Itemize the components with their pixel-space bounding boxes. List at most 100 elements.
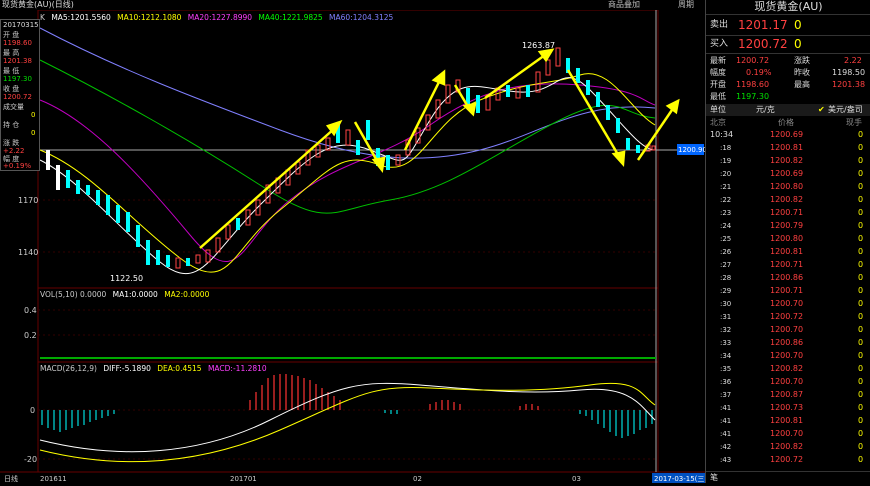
tick-row: :18 1200.81 0 [706,142,870,154]
tick-time: :18 [720,144,732,152]
tick-price: 1200.79 [770,221,804,230]
info-open-value: 1198.60 [3,39,32,47]
tick-qty: 0 [858,325,864,334]
tick-row: :23 1200.71 0 [706,207,870,219]
tick-qty: 0 [858,273,864,282]
tick-row: :41 1200.70 0 [706,428,870,440]
macd-dea-line [39,382,656,463]
price-tick: 1170 [18,196,38,205]
ma60-line [39,27,656,159]
info-low-value: 1197.30 [3,75,32,83]
macd-tick: 0 [30,406,35,415]
date-tick: 02 [413,475,422,483]
chart-area[interactable]: 1263.87 1122.50 1170 1140 0.4 0.2 0 -20 … [0,9,707,483]
tick-price: 1200.82 [770,195,804,204]
sell-row[interactable]: 卖出 1201.17 0 [706,17,870,33]
tick-price: 1200.70 [770,377,804,386]
tick-time: :41 [720,417,732,425]
info-pct-value: +0.19% [3,162,32,170]
vol-tick: 0.4 [24,306,37,315]
tick-row: :36 1200.70 0 [706,376,870,388]
tick-qty: 0 [858,455,864,464]
tick-row: :25 1200.80 0 [706,233,870,245]
date-tick: 201701 [230,475,257,483]
tick-price: 1200.70 [770,351,804,360]
tick-time: :32 [720,326,732,334]
volume-panel-frame [37,287,659,363]
tick-qty: 0 [858,169,864,178]
tick-row: :29 1200.71 0 [706,285,870,297]
tick-time: :26 [720,248,732,256]
tick-price: 1200.82 [770,442,804,451]
info-vol-value: 0 [31,111,36,119]
date-tick: 201611 [40,475,67,483]
tick-price: 1200.81 [770,143,804,152]
kline-chart: 1263.87 1122.50 1170 1140 0.4 0.2 0 -20 … [0,9,707,483]
period-button[interactable]: 周期 [678,0,694,10]
macd-histogram [41,374,653,438]
overlay-button[interactable]: 商品叠加 [608,0,640,10]
buy-row[interactable]: 买入 1200.72 0 [706,36,870,52]
tick-row: :30 1200.70 0 [706,298,870,310]
tick-time: :25 [720,235,732,243]
macd-tick: -20 [24,455,37,464]
price-tick: 1140 [18,248,38,257]
tick-qty: 0 [858,377,864,386]
current-price-label: 1200.90 [678,146,705,154]
candlesticks [46,47,656,269]
tick-time: :35 [720,365,732,373]
tick-row: :24 1200.79 0 [706,220,870,232]
tick-time: :22 [720,196,732,204]
tick-row: :41 1200.73 0 [706,402,870,414]
macd-diff-line [39,382,656,453]
tick-qty: 0 [858,130,864,139]
tick-tab[interactable]: 笔 [710,472,718,484]
panel-title: 现货黄金(AU) [706,0,870,15]
tick-row: :22 1200.82 0 [706,194,870,206]
tick-row: :32 1200.70 0 [706,324,870,336]
tick-qty: 0 [858,247,864,256]
stat-row: 开盘 1198.60 最高 1201.38 [710,80,866,89]
info-pos-value: 0 [31,129,36,137]
tick-row: :28 1200.86 0 [706,272,870,284]
tick-time: :37 [720,391,732,399]
tick-price: 1200.82 [770,364,804,373]
chart-title: 现货黄金(AU)(日线) [2,0,74,9]
tick-qty: 0 [858,208,864,217]
tick-qty: 0 [858,143,864,152]
tick-row: :31 1200.72 0 [706,311,870,323]
stat-row: 最新 1200.72 涨跌 2.22 [710,56,862,65]
buy-price: 1200.72 [738,37,788,51]
tick-time: :20 [720,170,732,178]
tick-row: :41 1200.81 0 [706,415,870,427]
tick-price: 1200.80 [770,234,804,243]
date-axis-label: 日线 [4,474,18,483]
info-high-value: 1201.38 [3,57,32,65]
tick-time: :33 [720,339,732,347]
tick-price: 1200.71 [770,208,804,217]
tick-time: :34 [720,352,732,360]
tick-price: 1200.72 [770,455,804,464]
info-vol-label: 成交量 [3,103,24,111]
tick-price: 1200.87 [770,390,804,399]
info-date: 20170315 [3,21,39,29]
bottom-tab-row: 笔 [706,471,870,484]
tick-time: :19 [720,157,732,165]
tick-price: 1200.70 [770,299,804,308]
tick-price: 1200.81 [770,416,804,425]
tick-row: :42 1200.82 0 [706,441,870,453]
tick-price: 1200.82 [770,156,804,165]
tick-qty: 0 [858,351,864,360]
tick-qty: 0 [858,234,864,243]
tick-qty: 0 [858,221,864,230]
tick-time: :28 [720,274,732,282]
unit-option[interactable]: 美元/盎司 [828,104,863,116]
tick-price: 1200.70 [770,325,804,334]
macd-legend: MACD(26,12,9) DIFF:-5.1890 DEA:0.4515 MA… [40,364,267,373]
tick-price: 1200.73 [770,403,804,412]
low-marker: 1122.50 [110,274,143,283]
tick-qty: 0 [858,260,864,269]
macd-panel-frame [37,361,659,473]
vol-legend: VOL(5,10) 0.0000 MA1:0.0000 MA2:0.0000 [40,290,210,299]
tick-price: 1200.80 [770,182,804,191]
